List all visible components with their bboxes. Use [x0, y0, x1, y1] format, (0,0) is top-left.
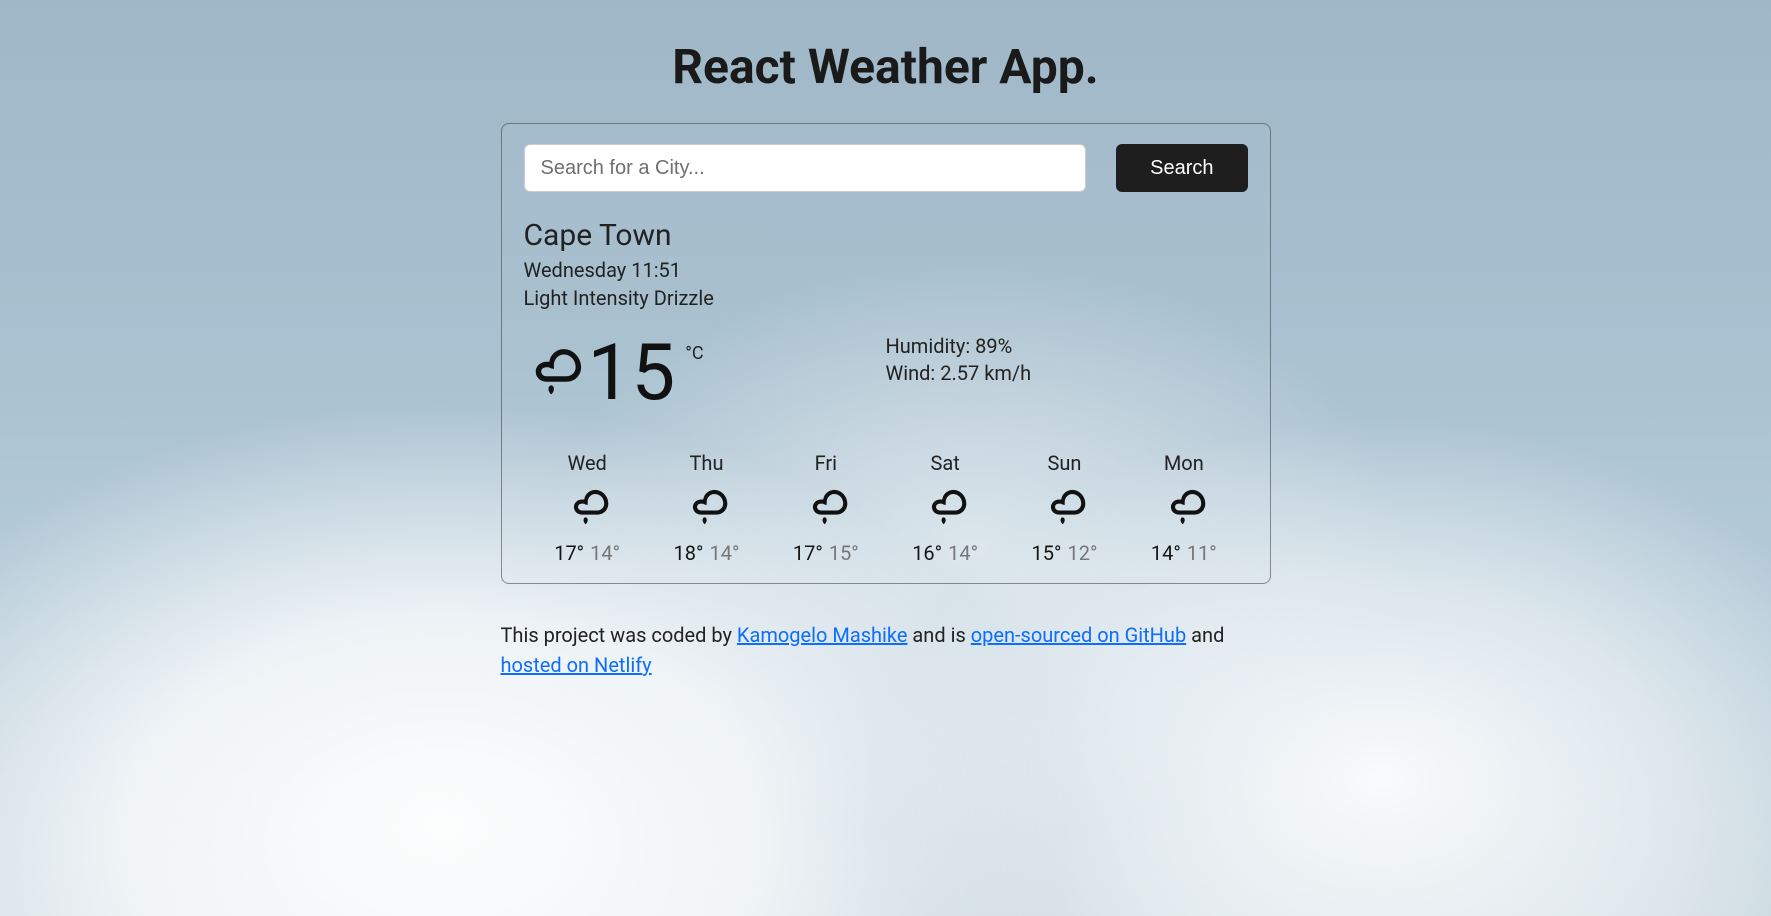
forecast-day: Fri 17°15° — [766, 451, 885, 565]
footer-text: This project was coded by — [501, 623, 737, 647]
drizzle-icon — [565, 479, 609, 531]
forecast-row: Wed 17°14° Thu 18°14° Fri 17°15° — [524, 451, 1248, 565]
forecast-day-name: Thu — [647, 451, 766, 475]
forecast-high: 16° — [912, 541, 942, 565]
forecast-day-name: Sat — [885, 451, 1004, 475]
forecast-temps: 15°12° — [1005, 541, 1124, 565]
drizzle-icon — [1162, 479, 1206, 531]
forecast-high: 17° — [554, 541, 584, 565]
current-datetime: Wednesday 11:51 — [524, 257, 1248, 283]
forecast-temps: 17°15° — [766, 541, 885, 565]
github-link[interactable]: open-sourced on GitHub — [971, 623, 1186, 647]
drizzle-icon — [923, 479, 967, 531]
current-stats: Humidity: 89% Wind: 2.57 km/h — [886, 329, 1248, 387]
forecast-day: Wed 17°14° — [528, 451, 647, 565]
footer-text: and — [1186, 623, 1224, 647]
drizzle-icon — [804, 479, 848, 531]
forecast-high: 14° — [1151, 541, 1181, 565]
forecast-high: 15° — [1032, 541, 1062, 565]
forecast-day-name: Fri — [766, 451, 885, 475]
current-left: 15 °C — [524, 329, 886, 413]
forecast-low: 12° — [1067, 541, 1097, 565]
forecast-low: 15° — [829, 541, 859, 565]
forecast-temps: 14°11° — [1124, 541, 1243, 565]
forecast-low: 14° — [948, 541, 978, 565]
forecast-high: 18° — [674, 541, 704, 565]
forecast-day: Mon 14°11° — [1124, 451, 1243, 565]
forecast-day: Thu 18°14° — [647, 451, 766, 565]
forecast-day-name: Wed — [528, 451, 647, 475]
drizzle-icon — [684, 479, 728, 531]
current-row: 15 °C Humidity: 89% Wind: 2.57 km/h — [524, 329, 1248, 413]
forecast-temps: 17°14° — [528, 541, 647, 565]
forecast-day-name: Sun — [1005, 451, 1124, 475]
weather-card: Search Cape Town Wednesday 11:51 Light I… — [501, 123, 1271, 584]
forecast-temps: 16°14° — [885, 541, 1004, 565]
netlify-link[interactable]: hosted on Netlify — [501, 653, 652, 677]
humidity-label: Humidity: 89% — [886, 333, 1248, 360]
forecast-temps: 18°14° — [647, 541, 766, 565]
forecast-low: 14° — [590, 541, 620, 565]
city-name: Cape Town — [524, 218, 1248, 253]
footer-credits: This project was coded by Kamogelo Mashi… — [501, 620, 1271, 680]
forecast-low: 14° — [709, 541, 739, 565]
drizzle-icon — [1042, 479, 1086, 531]
search-row: Search — [524, 144, 1248, 192]
forecast-high: 17° — [793, 541, 823, 565]
current-condition: Light Intensity Drizzle — [524, 285, 1248, 311]
drizzle-icon — [524, 333, 582, 405]
temperature-unit-link[interactable]: °C — [685, 343, 703, 364]
forecast-day: Sun 15°12° — [1005, 451, 1124, 565]
forecast-low: 11° — [1187, 541, 1217, 565]
current-temperature: 15 — [588, 335, 676, 413]
page-title: React Weather App. — [501, 38, 1271, 95]
author-link[interactable]: Kamogelo Mashike — [737, 623, 908, 647]
search-button[interactable]: Search — [1116, 144, 1247, 192]
forecast-day: Sat 16°14° — [885, 451, 1004, 565]
forecast-day-name: Mon — [1124, 451, 1243, 475]
wind-label: Wind: 2.57 km/h — [886, 360, 1248, 387]
search-input[interactable] — [524, 144, 1087, 192]
footer-text: and is — [907, 623, 970, 647]
